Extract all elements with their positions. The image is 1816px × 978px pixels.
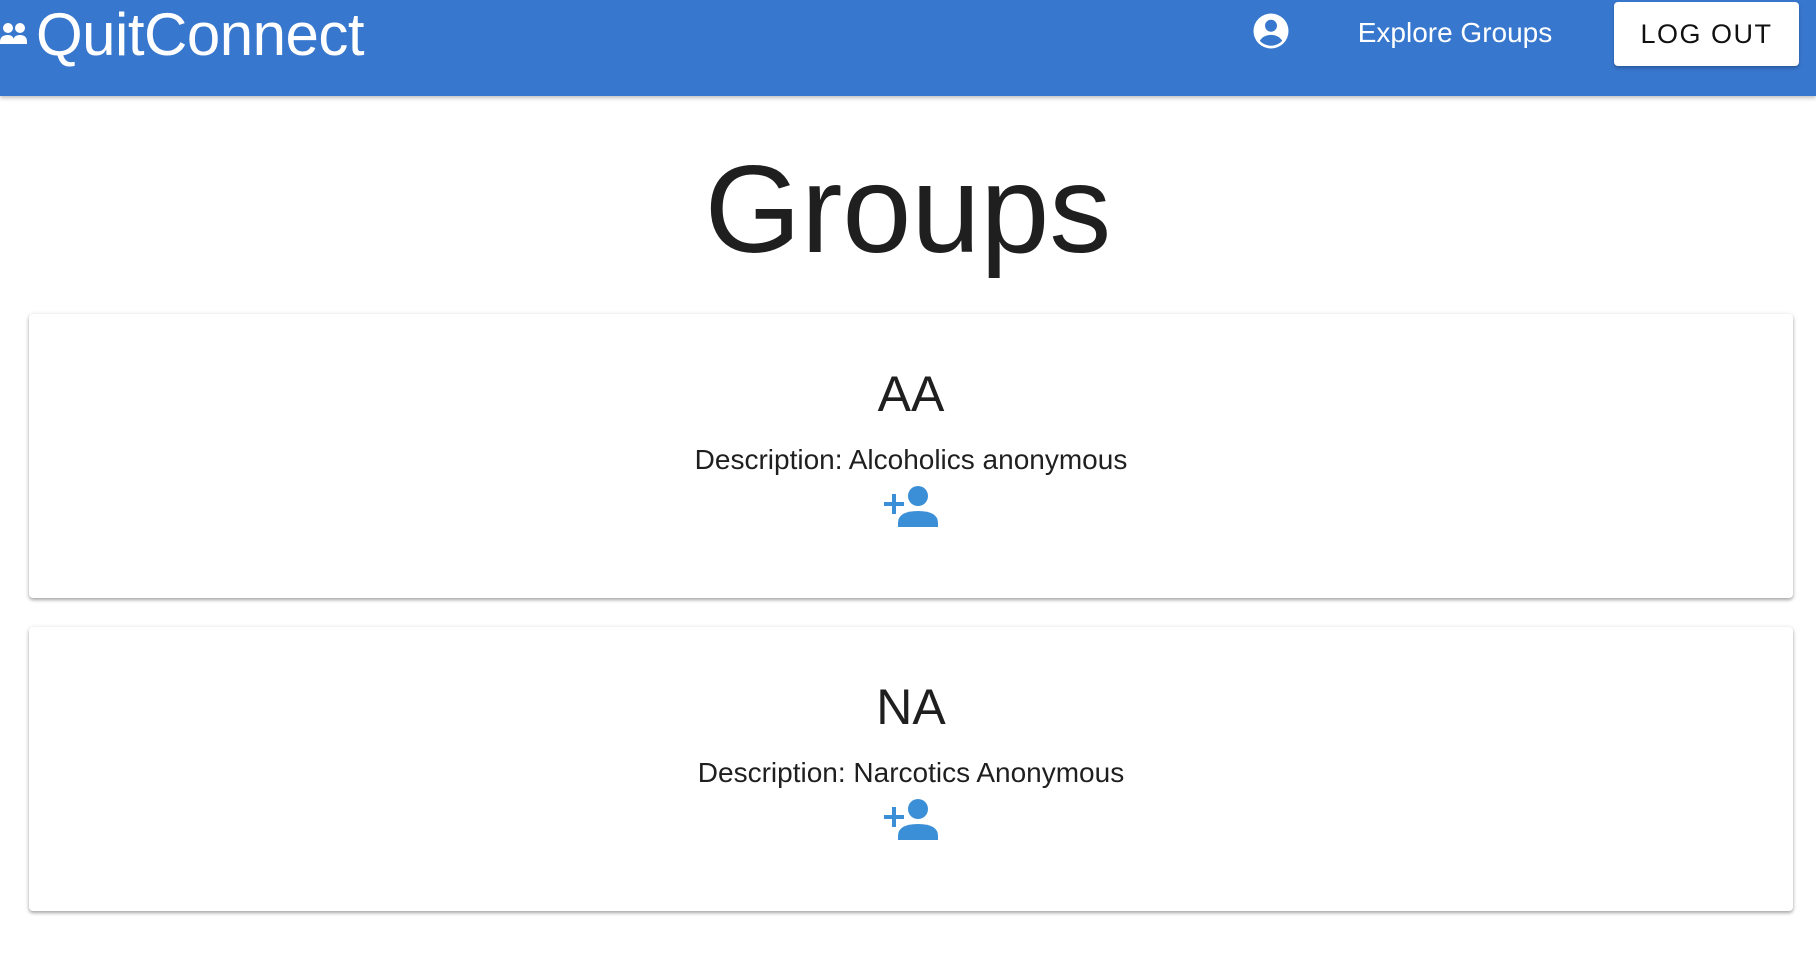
person-add-icon (884, 483, 938, 532)
group-name: NA (876, 679, 946, 735)
app-bar: QuitConnect Explore Groups LOG OUT (0, 0, 1816, 96)
page-title: Groups (704, 141, 1112, 279)
logout-button[interactable]: LOG OUT (1614, 2, 1799, 66)
person-add-icon (884, 796, 938, 845)
join-group-button[interactable] (881, 482, 941, 532)
group-description: Description: Alcoholics anonymous (694, 444, 1128, 475)
account-circle-icon (1250, 10, 1292, 57)
group-name: AA (877, 366, 945, 422)
brand-link[interactable]: QuitConnect (0, 0, 365, 70)
group-description: Description: Narcotics Anonymous (697, 757, 1125, 788)
group-card: NA Description: Narcotics Anonymous (29, 627, 1793, 911)
account-button[interactable] (1248, 10, 1294, 56)
group-card: AA Description: Alcoholics anonymous (29, 314, 1793, 598)
groups-icon (0, 18, 36, 54)
join-group-button[interactable] (881, 795, 941, 845)
explore-groups-link[interactable]: Explore Groups (1340, 10, 1570, 56)
brand-name: QuitConnect (36, 1, 365, 68)
